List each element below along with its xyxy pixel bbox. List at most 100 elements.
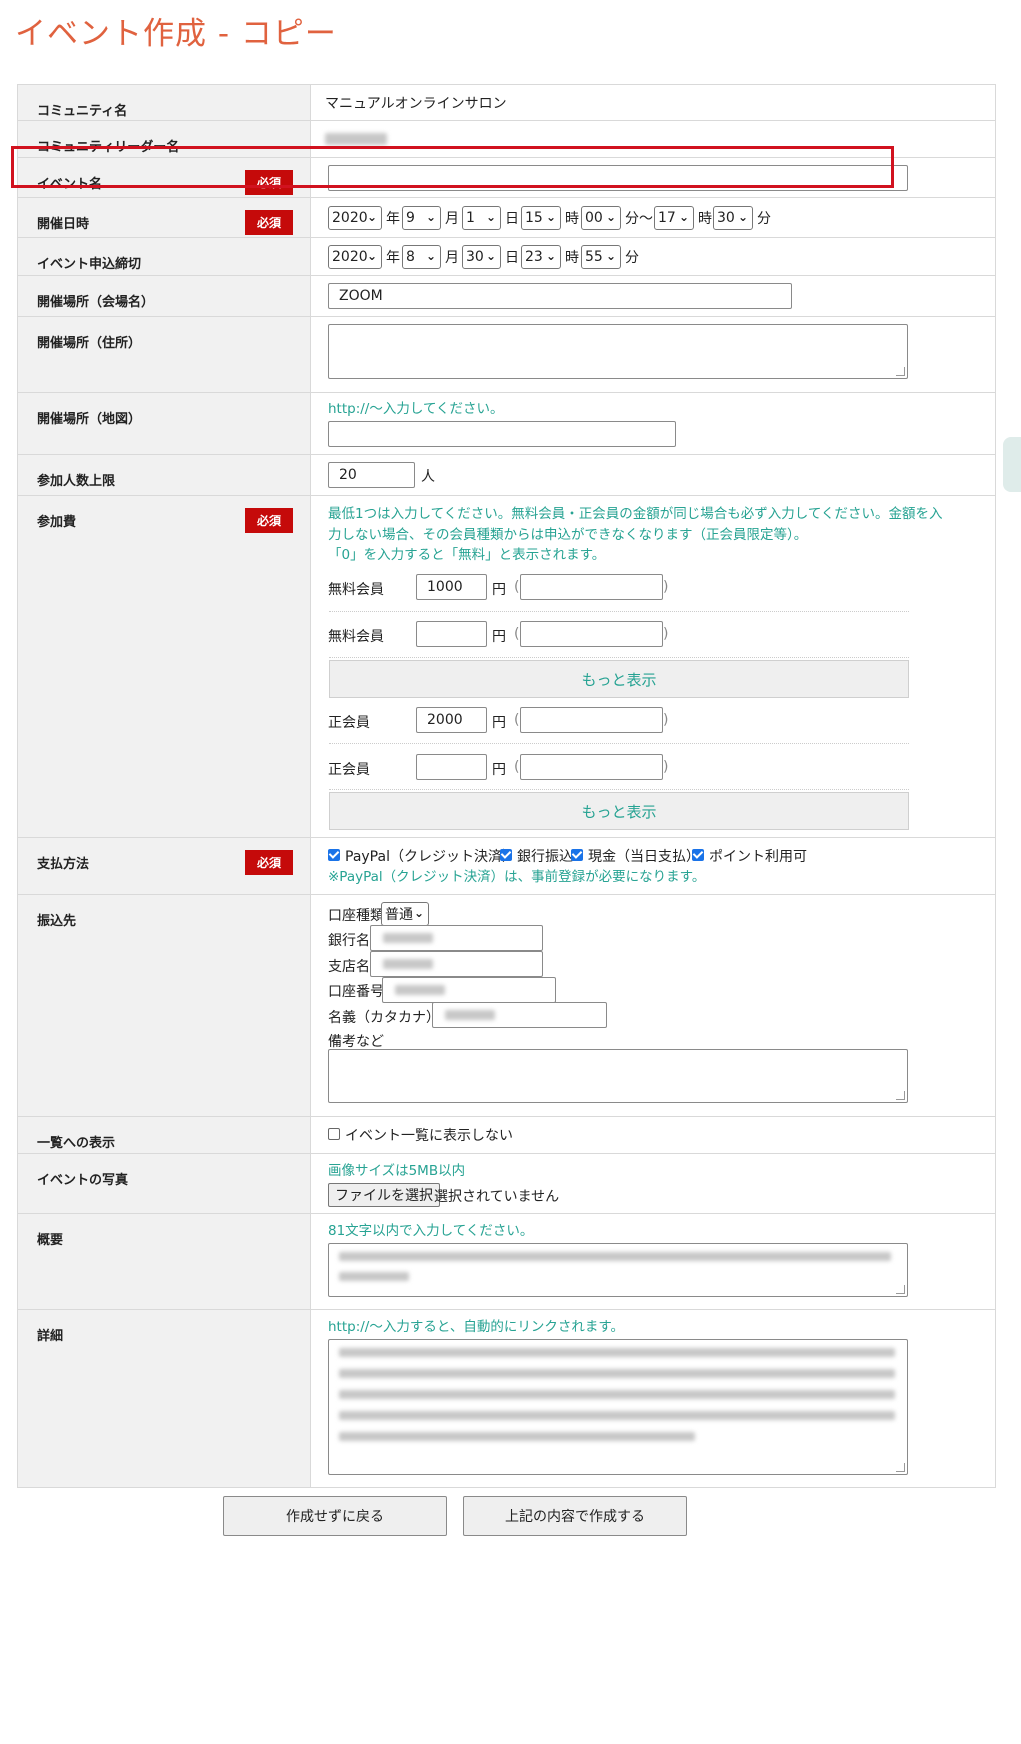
resize-grip-icon[interactable] xyxy=(896,367,905,376)
resize-grip-icon[interactable] xyxy=(896,1091,905,1100)
detail-text-redacted xyxy=(339,1348,895,1357)
venue-name-input[interactable]: ZOOM xyxy=(328,283,792,309)
back-button[interactable]: 作成せずに戻る xyxy=(223,1496,447,1536)
label-bank: 振込先 xyxy=(37,914,77,929)
start-minute-select[interactable]: 00 ⌄ xyxy=(581,206,621,230)
points-label: ポイント利用可 xyxy=(709,849,807,865)
photo-hint: 画像サイズは5MB以内 xyxy=(328,1163,466,1179)
choose-file-button[interactable]: ファイルを選択 xyxy=(328,1183,440,1207)
chevron-down-icon: ⌄ xyxy=(545,249,556,263)
detail-text-redacted xyxy=(339,1411,895,1420)
fee-note-input[interactable] xyxy=(520,707,663,733)
detail-textarea[interactable] xyxy=(328,1339,908,1475)
fee-note-input[interactable] xyxy=(520,754,663,780)
cash-checkbox[interactable] xyxy=(571,849,583,861)
row-capacity: 参加人数上限 20 人 xyxy=(17,454,996,496)
resize-grip-icon[interactable] xyxy=(896,1285,905,1294)
paypal-checkbox[interactable] xyxy=(328,849,340,861)
fee-member-label: 無料会員 xyxy=(328,629,384,645)
fee-note-input[interactable] xyxy=(520,621,663,647)
venue-map-hint: http://〜入力してください。 xyxy=(328,401,504,417)
deadline-minute-select[interactable]: 55 ⌄ xyxy=(581,245,621,269)
start-month-select[interactable]: 9 ⌄ xyxy=(402,206,441,230)
divider xyxy=(329,743,909,744)
deadline-hour-select[interactable]: 23 ⌄ xyxy=(521,245,561,269)
fee-amount-input[interactable] xyxy=(416,621,487,647)
fee-hint-1: 最低1つは入力してください。無料会員・正会員の金額が同じ場合も必ず入力してくださ… xyxy=(328,506,943,522)
required-badge: 必須 xyxy=(245,508,293,533)
chevron-down-icon: ⌄ xyxy=(485,249,496,263)
show-more-regular-button[interactable]: もっと表示 xyxy=(329,792,909,830)
page-title: イベント作成 - コピー xyxy=(15,16,337,52)
chevron-down-icon: ⌄ xyxy=(413,906,424,920)
account-number-redacted xyxy=(395,985,445,995)
account-holder-redacted xyxy=(445,1010,495,1020)
label-payment: 支払方法 xyxy=(37,857,90,872)
row-summary: 概要 81文字以内で入力してください。 xyxy=(17,1213,996,1310)
label-photo: イベントの写真 xyxy=(37,1173,129,1188)
venue-address-textarea[interactable] xyxy=(328,324,908,379)
bank-name-redacted xyxy=(383,933,433,943)
row-payment: 支払方法 必須 PayPal（クレジット決済） 銀行振込 現金（当日支払） ポイン… xyxy=(17,837,996,895)
hide-from-list-checkbox[interactable] xyxy=(328,1128,340,1140)
label-detail: 詳細 xyxy=(37,1329,64,1344)
label-venue-name: 開催場所（会場名） xyxy=(37,295,155,310)
fee-hint-2: 力しない場合、その会員種類からは申込ができなくなります（正会員限定等）。 xyxy=(328,527,808,543)
create-button[interactable]: 上記の内容で作成する xyxy=(463,1496,687,1536)
fee-member-label: 正会員 xyxy=(328,715,370,731)
label-venue-address: 開催場所（住所） xyxy=(37,336,142,351)
capacity-input[interactable]: 20 xyxy=(328,462,415,488)
deadline-year-select[interactable]: 2020 ⌄ xyxy=(328,245,382,269)
summary-text-redacted xyxy=(339,1272,409,1281)
bank-transfer-label: 銀行振込 xyxy=(517,849,573,865)
chevron-down-icon: ⌄ xyxy=(545,210,556,224)
divider xyxy=(329,789,909,790)
fee-member-label: 無料会員 xyxy=(328,582,384,598)
label-deadline: イベント申込締切 xyxy=(37,257,142,272)
fee-amount-input[interactable]: 2000 xyxy=(416,707,487,733)
bank-name-label: 銀行名 xyxy=(328,933,370,949)
chevron-down-icon: ⌄ xyxy=(425,210,436,224)
label-datetime: 開催日時 xyxy=(37,217,90,232)
fee-amount-input[interactable]: 1000 xyxy=(416,574,487,600)
summary-hint: 81文字以内で入力してください。 xyxy=(328,1223,534,1239)
row-deadline: イベント申込締切 2020 ⌄ 年 8 ⌄ 月 30 ⌄ 日 23 ⌄ 時 55 ⌄ 分 xyxy=(17,237,996,276)
venue-map-input[interactable] xyxy=(328,421,676,447)
chevron-down-icon: ⌄ xyxy=(425,249,436,263)
deadline-month-select[interactable]: 8 ⌄ xyxy=(402,245,441,269)
fee-note-input[interactable] xyxy=(520,574,663,600)
account-type-label: 口座種類 xyxy=(328,908,384,924)
row-fee: 参加費 必須 最低1つは入力してください。無料会員・正会員の金額が同じ場合も必ず入… xyxy=(17,495,996,838)
required-badge: 必須 xyxy=(245,210,293,235)
chevron-down-icon: ⌄ xyxy=(366,210,377,224)
row-datetime: 開催日時 必須 2020 ⌄ 年 9 ⌄ 月 1 ⌄ 日 15 ⌄ 時 00 ⌄ 分〜 17… xyxy=(17,197,996,238)
divider xyxy=(329,611,909,612)
file-status: 選択されていません xyxy=(434,1189,560,1205)
side-tab[interactable] xyxy=(1003,437,1021,492)
account-type-select[interactable]: 普通 ⌄ xyxy=(381,902,429,926)
paypal-label: PayPal（クレジット決済） xyxy=(345,849,516,865)
summary-textarea[interactable] xyxy=(328,1243,908,1297)
label-summary: 概要 xyxy=(37,1233,64,1248)
resize-grip-icon[interactable] xyxy=(896,1463,905,1472)
chevron-down-icon: ⌄ xyxy=(737,210,748,224)
label-fee: 参加費 xyxy=(37,515,77,530)
start-year-select[interactable]: 2020 ⌄ xyxy=(328,206,382,230)
row-bank: 振込先 口座種類 普通 ⌄ 銀行名 支店名 口座番号 名義（カタカナ） 備考など xyxy=(17,894,996,1117)
fee-member-label: 正会員 xyxy=(328,762,370,778)
account-holder-label: 名義（カタカナ） xyxy=(328,1010,440,1026)
row-photo: イベントの写真 画像サイズは5MB以内 ファイルを選択 選択されていません xyxy=(17,1153,996,1214)
end-minute-select[interactable]: 30 ⌄ xyxy=(713,206,753,230)
leader-name-redacted xyxy=(325,133,387,145)
deadline-day-select[interactable]: 30 ⌄ xyxy=(462,245,501,269)
start-day-select[interactable]: 1 ⌄ xyxy=(462,206,501,230)
cash-label: 現金（当日支払） xyxy=(588,849,700,865)
bank-transfer-checkbox[interactable] xyxy=(500,849,512,861)
fee-amount-input[interactable] xyxy=(416,754,487,780)
bank-notes-textarea[interactable] xyxy=(328,1049,908,1103)
points-checkbox[interactable] xyxy=(692,849,704,861)
show-more-free-button[interactable]: もっと表示 xyxy=(329,660,909,698)
end-hour-select[interactable]: 17 ⌄ xyxy=(654,206,694,230)
row-listing: 一覧への表示 イベント一覧に表示しない xyxy=(17,1116,996,1154)
start-hour-select[interactable]: 15 ⌄ xyxy=(521,206,561,230)
